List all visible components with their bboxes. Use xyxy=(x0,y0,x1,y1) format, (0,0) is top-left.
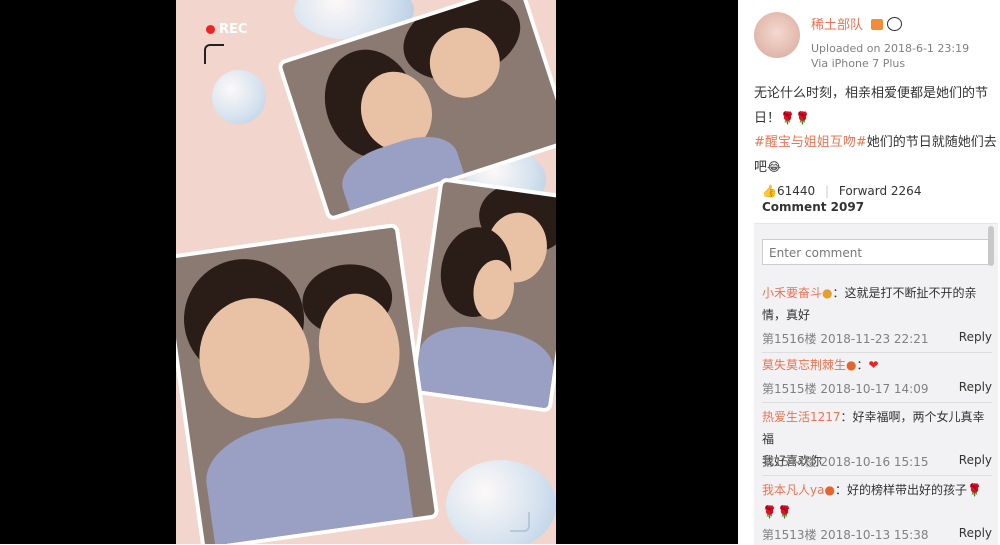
post-detail-panel: 稀土部队 Uploaded on 2018-6-1 23:19 Via iPho… xyxy=(738,0,1000,545)
comment-footer: 第1515楼 2018-10-17 14:09 Reply xyxy=(762,380,992,397)
reply-button[interactable]: Reply xyxy=(959,526,992,540)
thumbs-up-icon: 👍 xyxy=(762,184,777,198)
bubble-decoration xyxy=(212,70,266,124)
medal-icon: ● xyxy=(822,286,833,300)
bubble-decoration xyxy=(446,460,556,544)
comment-footer: 第1516楼 2018-11-23 22:21 Reply xyxy=(762,330,992,347)
comment-text: ：这就是打不断扯不开的亲 xyxy=(832,286,977,300)
author-row: 稀土部队 xyxy=(811,14,903,33)
reply-button[interactable]: Reply xyxy=(959,380,992,394)
rose-icon: 🌹 xyxy=(966,483,982,497)
comment-meta: 第1514楼 2018-10-16 15:15 xyxy=(762,455,929,469)
badge-icon: ● xyxy=(824,483,835,497)
hashtag-link[interactable]: #醒宝与姐姐互吻# xyxy=(754,135,867,150)
comment-item: 小禾要奋斗●：这就是打不断扯不开的亲 情，真好 xyxy=(762,282,992,326)
comment-input[interactable]: Enter comment xyxy=(762,239,990,265)
photo-frame-right xyxy=(409,177,556,413)
photo-frame-bottom xyxy=(176,222,440,544)
post-stats: 👍61440 | Forward 2264 Comment 2097 xyxy=(762,184,922,214)
reply-button[interactable]: Reply xyxy=(959,330,992,344)
comment-text-cont: 情，真好 xyxy=(762,308,811,322)
comment-item: 莫失莫忘荆棘生●：❤ xyxy=(762,354,992,376)
comment-user[interactable]: 热爱生活1217 xyxy=(762,410,841,424)
like-button[interactable]: 👍61440 xyxy=(762,184,819,198)
comment-footer: 第1514楼 2018-10-16 15:15 Reply xyxy=(762,453,992,470)
comment-text: ：好的榜样带出好的孩子 xyxy=(834,483,967,497)
scrollbar[interactable] xyxy=(988,226,994,266)
image-viewer[interactable]: REC xyxy=(0,0,738,544)
comment-footer: 第1513楼 2018-10-13 15:38 Reply xyxy=(762,526,992,543)
rec-indicator: REC xyxy=(206,22,247,37)
post-text-line1: 无论什么时刻，相亲相爱便都是她们的节 xyxy=(754,86,989,101)
laugh-emoji-icon: 😂 xyxy=(767,160,782,174)
forward-button[interactable]: Forward 2264 xyxy=(839,184,922,198)
badge-icon: ● xyxy=(846,358,857,372)
record-dot-icon xyxy=(206,25,215,34)
post-text: 无论什么时刻，相亲相爱便都是她们的节 日！🌹🌹 #醒宝与姐姐互吻#她们的节日就随… xyxy=(754,82,998,180)
comment-section: Enter comment 小禾要奋斗●：这就是打不断扯不开的亲 情，真好 第1… xyxy=(754,223,998,545)
comment-item: 我本凡人ya●：好的榜样带出好的孩子🌹 🌹🌹 xyxy=(762,479,992,523)
device-source: Via iPhone 7 Plus xyxy=(811,57,906,70)
reply-button[interactable]: Reply xyxy=(959,453,992,467)
post-text-line4: 吧 xyxy=(754,160,768,175)
comment-text: ： xyxy=(856,358,869,372)
comment-meta: 第1515楼 2018-10-17 14:09 xyxy=(762,382,929,396)
post-text-line3: 她们的节日就随她们去 xyxy=(866,135,997,150)
comment-tab[interactable]: Comment 2097 xyxy=(762,200,921,214)
author-name[interactable]: 稀土部队 xyxy=(811,18,863,33)
rose-icon: 🌹🌹 xyxy=(780,111,810,125)
rose-icon: 🌹🌹 xyxy=(762,505,792,519)
post-text-line2: 日！ xyxy=(754,111,781,126)
panda-badge-icon[interactable] xyxy=(887,17,903,31)
comment-meta: 第1513楼 2018-10-13 15:38 xyxy=(762,528,929,542)
comment-meta: 第1516楼 2018-11-23 22:21 xyxy=(762,332,929,346)
upload-time: Uploaded on 2018-6-1 23:19 xyxy=(811,42,970,55)
frame-corner-icon xyxy=(204,44,224,64)
comment-user[interactable]: 我本凡人ya xyxy=(762,483,824,497)
rec-label: REC xyxy=(219,22,248,37)
comment-user[interactable]: 莫失莫忘荆棘生 xyxy=(762,358,846,372)
post-photo[interactable]: REC xyxy=(176,0,556,544)
like-count: 61440 xyxy=(776,184,816,198)
avatar[interactable] xyxy=(754,12,800,58)
comment-user[interactable]: 小禾要奋斗 xyxy=(762,286,822,300)
heart-icon: ❤ xyxy=(868,358,879,372)
gift-badge-icon[interactable] xyxy=(871,19,884,30)
